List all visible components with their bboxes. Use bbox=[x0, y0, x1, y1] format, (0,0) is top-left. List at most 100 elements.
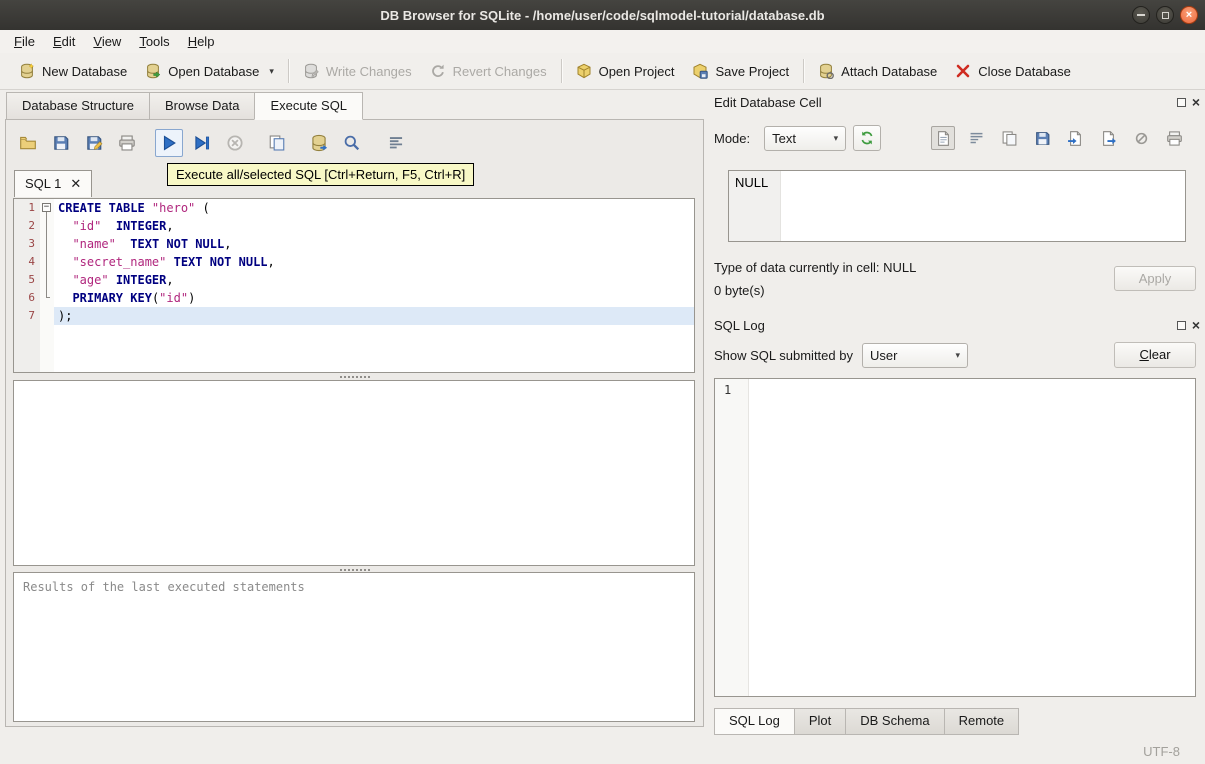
submitted-by-select[interactable]: User ▾ bbox=[861, 343, 968, 368]
export-cell-button[interactable] bbox=[1096, 126, 1120, 150]
save-project-button[interactable]: Save Project bbox=[683, 59, 798, 83]
editor-line[interactable]: 4 "secret_name" TEXT NOT NULL, bbox=[14, 253, 694, 271]
tab-db-schema[interactable]: DB Schema bbox=[846, 708, 945, 735]
minimize-button[interactable] bbox=[1132, 6, 1150, 24]
log-line-number-gutter: 1 bbox=[715, 379, 749, 696]
open-database-button[interactable]: Open Database ▾ bbox=[136, 59, 283, 83]
revert-changes-button: Revert Changes bbox=[421, 59, 556, 83]
fold-marker bbox=[40, 235, 54, 253]
save-cell-button[interactable] bbox=[1030, 126, 1054, 150]
line-number: 3 bbox=[28, 237, 35, 250]
code-text: "id" INTEGER, bbox=[72, 219, 174, 233]
menu-tools[interactable]: Tools bbox=[130, 32, 178, 51]
code-text: ); bbox=[54, 307, 694, 325]
menu-file[interactable]: File bbox=[5, 32, 44, 51]
sql-log-title: SQL Log bbox=[714, 317, 765, 333]
sql-doc-tab-label: SQL 1 bbox=[25, 176, 62, 191]
results-grid[interactable] bbox=[13, 380, 695, 566]
document-button[interactable] bbox=[931, 126, 955, 150]
save-sql-file-button[interactable] bbox=[47, 129, 75, 157]
menu-help[interactable]: Help bbox=[179, 32, 224, 51]
open-database-icon bbox=[145, 63, 161, 79]
results-message-panel: Results of the last executed statements bbox=[13, 572, 695, 722]
new-database-button[interactable]: New Database bbox=[10, 59, 136, 83]
print-cell-button[interactable] bbox=[1162, 126, 1186, 150]
close-database-icon bbox=[955, 63, 971, 79]
attach-database-icon bbox=[818, 63, 835, 79]
tab-remote[interactable]: Remote bbox=[944, 708, 1020, 735]
tab-plot[interactable]: Plot bbox=[794, 708, 847, 735]
set-null-button[interactable] bbox=[1129, 126, 1153, 150]
mode-select[interactable]: Text ▾ bbox=[764, 125, 847, 151]
chevron-down-icon[interactable]: ▾ bbox=[269, 66, 274, 77]
log-line-number: 1 bbox=[724, 383, 732, 397]
app-window: DB Browser for SQLite - /home/user/code/… bbox=[0, 0, 1205, 764]
tab-sql-log[interactable]: SQL Log bbox=[714, 708, 795, 735]
close-database-button[interactable]: Close Database bbox=[946, 59, 1080, 83]
open-project-icon bbox=[576, 63, 592, 79]
clear-button[interactable]: Clear bbox=[1114, 342, 1196, 368]
cell-value-area: NULL bbox=[729, 171, 781, 241]
attach-database-label: Attach Database bbox=[841, 63, 938, 79]
fold-marker bbox=[40, 271, 54, 289]
tab-database-structure[interactable]: Database Structure bbox=[6, 92, 150, 120]
editor-line[interactable]: 6 PRIMARY KEY("id") bbox=[14, 289, 694, 307]
sql-log-view[interactable]: 1 bbox=[714, 378, 1196, 697]
find-replace-button[interactable] bbox=[338, 129, 366, 157]
left-pane: Database Structure Browse Data Execute SQL… bbox=[0, 90, 707, 738]
menu-edit[interactable]: Edit bbox=[44, 32, 84, 51]
format-sql-button[interactable] bbox=[382, 129, 410, 157]
tooltip: Execute all/selected SQL [Ctrl+Return, F… bbox=[167, 163, 475, 186]
open-project-button[interactable]: Open Project bbox=[567, 59, 684, 83]
cell-editor[interactable]: NULL bbox=[728, 170, 1186, 242]
fold-marker bbox=[40, 217, 54, 235]
sql-editor[interactable]: 1− CREATE TABLE "hero" (2 "id" INTEGER, 3 … bbox=[13, 198, 695, 373]
copy-cell-button[interactable] bbox=[997, 126, 1021, 150]
import-cell-button[interactable] bbox=[1063, 126, 1087, 150]
sql-toolbar bbox=[14, 125, 415, 161]
editor-line[interactable]: 5 "age" INTEGER, bbox=[14, 271, 694, 289]
code-text: "age" INTEGER, bbox=[72, 273, 174, 287]
editor-line[interactable]: 1− CREATE TABLE "hero" ( bbox=[14, 199, 694, 217]
float-icon[interactable] bbox=[1176, 97, 1186, 107]
close-button[interactable]: × bbox=[1180, 6, 1198, 24]
auto-format-button[interactable] bbox=[853, 125, 882, 151]
save-results-button[interactable] bbox=[263, 129, 291, 157]
close-icon[interactable]: × bbox=[1192, 95, 1200, 109]
splitter-handle[interactable] bbox=[6, 373, 703, 380]
cell-type-info: Type of data currently in cell: NULL bbox=[714, 260, 917, 275]
close-icon[interactable]: × bbox=[1192, 318, 1200, 332]
editor-line[interactable]: 7); bbox=[14, 307, 694, 325]
line-number: 4 bbox=[28, 255, 35, 268]
edit-cell-toolbar: Mode: Text ▾ bbox=[714, 124, 1200, 152]
execute-current-line-button[interactable] bbox=[188, 129, 216, 157]
export-database-button[interactable] bbox=[305, 129, 333, 157]
print-sql-button[interactable] bbox=[113, 129, 141, 157]
editor-line[interactable]: 3 "name" TEXT NOT NULL, bbox=[14, 235, 694, 253]
main-toolbar: New Database Open Database ▾ Write Changes R… bbox=[0, 53, 1205, 90]
execute-all-button[interactable] bbox=[155, 129, 183, 157]
float-icon[interactable] bbox=[1176, 320, 1186, 330]
apply-button: Apply bbox=[1114, 266, 1196, 291]
cell-size-info: 0 byte(s) bbox=[714, 283, 765, 298]
word-wrap-button[interactable] bbox=[964, 126, 988, 150]
menu-view[interactable]: View bbox=[84, 32, 130, 51]
mode-value: Text bbox=[772, 130, 796, 146]
sql-log-dock-header: SQL Log × bbox=[714, 316, 1200, 334]
window-controls: × bbox=[1132, 6, 1198, 24]
toolbar-separator bbox=[287, 59, 289, 83]
close-tab-icon[interactable]: ✕ bbox=[70, 177, 81, 190]
right-pane: Edit Database Cell × Mode: Text ▾ NULL T… bbox=[707, 90, 1205, 738]
tab-browse-data[interactable]: Browse Data bbox=[149, 92, 255, 120]
editor-line[interactable]: 2 "id" INTEGER, bbox=[14, 217, 694, 235]
results-placeholder: Results of the last executed statements bbox=[23, 580, 305, 594]
toolbar-separator bbox=[803, 59, 805, 83]
open-sql-file-button[interactable] bbox=[14, 129, 42, 157]
filter-label: Show SQL submitted by bbox=[714, 348, 853, 363]
tab-execute-sql[interactable]: Execute SQL bbox=[254, 92, 364, 120]
maximize-button[interactable] bbox=[1156, 6, 1174, 24]
titlebar[interactable]: DB Browser for SQLite - /home/user/code/… bbox=[0, 0, 1205, 30]
sql-doc-tab[interactable]: SQL 1 ✕ bbox=[14, 170, 93, 197]
save-sql-file-as-button[interactable] bbox=[80, 129, 108, 157]
attach-database-button[interactable]: Attach Database bbox=[809, 59, 946, 83]
